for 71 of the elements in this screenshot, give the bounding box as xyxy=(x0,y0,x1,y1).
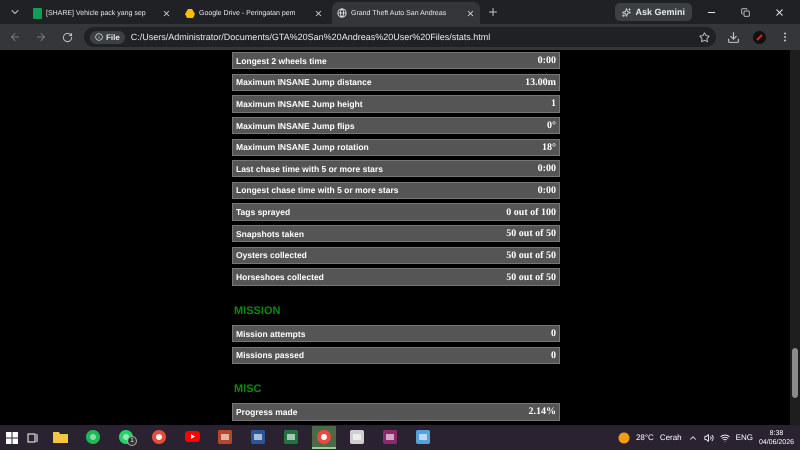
file-chip[interactable]: File xyxy=(90,30,125,44)
stat-value: 50 out of 50 xyxy=(506,272,556,283)
volume-icon[interactable] xyxy=(704,432,714,442)
app-icon xyxy=(350,430,364,444)
stat-value: 0 out of 100 xyxy=(506,206,556,218)
ask-gemini-button[interactable]: Ask Gemini xyxy=(615,3,692,21)
url-text: C:/Users/Administrator/Documents/GTA%20San%20Andreas%20User%20Files/stats.html xyxy=(130,32,492,42)
taskbar-app[interactable] xyxy=(312,426,336,449)
back-arrow-icon xyxy=(9,31,21,43)
stat-label: Longest 2 wheels time xyxy=(236,56,327,66)
address-bar[interactable]: File C:/Users/Administrator/Documents/GTA%20San%20Andreas%20User%20Files/stats.html xyxy=(84,27,716,47)
reload-icon xyxy=(62,32,72,42)
stat-value: 18° xyxy=(542,142,556,153)
plus-icon xyxy=(487,6,499,18)
stat-value: 13.00m xyxy=(525,76,556,88)
stat-value: 0 xyxy=(551,350,556,361)
stat-value: 0:00 xyxy=(538,55,556,66)
extension-icon xyxy=(752,30,766,44)
globe-icon xyxy=(337,8,347,18)
app-icon xyxy=(251,430,265,444)
stat-label: Progress made xyxy=(236,406,298,417)
stat-label: Longest chase time with 5 or more stars xyxy=(236,185,398,196)
start-icon[interactable] xyxy=(6,432,18,444)
play-icon xyxy=(184,431,200,442)
stat-value: 1 xyxy=(551,98,556,110)
close-icon[interactable] xyxy=(162,8,171,18)
stat-label: Maximum INSANE Jump flips xyxy=(236,120,355,131)
temperature: 28°C xyxy=(636,433,654,442)
close-icon xyxy=(774,6,784,18)
section-heading: MISSION xyxy=(234,305,280,318)
app-icon xyxy=(284,430,298,444)
stat-value: 0:00 xyxy=(538,163,556,174)
forward-arrow-icon xyxy=(35,31,47,43)
restore-icon xyxy=(740,8,750,16)
stat-label: Snapshots taken xyxy=(236,228,304,239)
stat-label: Mission attempts xyxy=(236,328,306,339)
stat-value: 50 out of 50 xyxy=(506,228,556,240)
stat-value: 50 out of 50 xyxy=(506,250,556,261)
stat-label: Horseshoes collected xyxy=(236,272,324,282)
section-heading: MISC xyxy=(234,383,262,396)
scrollbar[interactable] xyxy=(790,50,800,425)
stat-label: Last chase time with 5 or more stars xyxy=(236,164,383,174)
extension-button[interactable] xyxy=(750,28,768,46)
language-indicator[interactable]: ENG xyxy=(736,433,753,442)
app-icon xyxy=(416,430,430,444)
close-icon[interactable] xyxy=(314,8,323,18)
download-icon xyxy=(726,30,740,44)
wifi-icon[interactable] xyxy=(720,432,730,442)
stat-value: 2.14% xyxy=(528,406,556,418)
stat-label: Maximum INSANE Jump height xyxy=(236,98,363,109)
stat-value: 0 xyxy=(551,328,556,340)
stat-value: 0° xyxy=(547,120,556,132)
stat-label: Oysters collected xyxy=(236,250,307,260)
weather-condition: Cerah xyxy=(660,433,682,442)
drive-icon xyxy=(185,8,195,18)
weather-sun-icon[interactable] xyxy=(618,432,630,444)
app-icon xyxy=(218,430,232,444)
app-icon xyxy=(383,430,397,444)
close-icon[interactable] xyxy=(466,8,475,18)
stat-label: Missions passed xyxy=(236,350,304,360)
sparkle-icon xyxy=(622,8,632,16)
stat-label: Tags sprayed xyxy=(236,207,290,218)
sheet-icon xyxy=(33,8,42,18)
bookmark-star-icon[interactable] xyxy=(699,32,710,42)
stat-value: 0:00 xyxy=(538,184,556,196)
task-view-icon[interactable] xyxy=(27,432,39,444)
info-icon xyxy=(95,33,103,41)
scrollbar-thumb[interactable] xyxy=(792,348,798,398)
stat-label: Maximum INSANE Jump distance xyxy=(236,77,372,88)
stat-label: Maximum INSANE Jump rotation xyxy=(236,142,369,152)
folder-icon xyxy=(52,430,68,442)
